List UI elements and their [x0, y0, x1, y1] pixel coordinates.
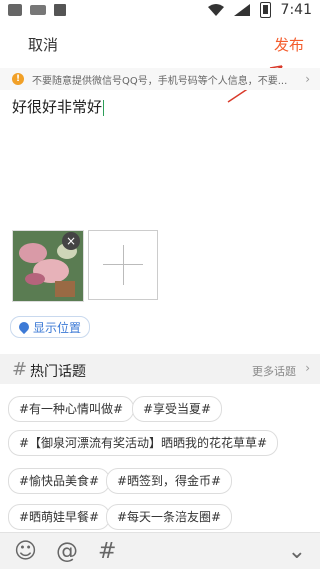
topic-chip[interactable]: #享受当夏#	[132, 396, 223, 422]
hash-icon[interactable]: #	[98, 539, 116, 564]
signal-icon	[233, 4, 250, 16]
hot-topics-header: # 热门话题 更多话题 ›	[0, 354, 320, 384]
chevron-right-icon: ›	[305, 72, 310, 86]
at-icon[interactable]: @	[56, 539, 78, 564]
warning-icon: !	[12, 73, 24, 85]
emoji-icon[interactable]: ☺	[14, 539, 37, 564]
hot-topics-title: 热门话题	[30, 364, 86, 380]
add-photo-button[interactable]	[88, 230, 158, 300]
topic-chip[interactable]: #【御泉河漂流有奖活动】晒晒我的花花草草#	[8, 430, 279, 456]
battery-icon	[259, 2, 271, 18]
topic-chip[interactable]: #愉快品美食#	[8, 468, 111, 494]
cancel-button[interactable]: 取消	[28, 34, 58, 55]
wifi-icon	[207, 4, 224, 16]
plus-icon-v	[123, 245, 124, 285]
image-icon	[54, 4, 66, 16]
topic-chip[interactable]: #有一种心情叫做#	[8, 396, 135, 422]
bottom-toolbar: ☺ @ # ⌄	[0, 532, 320, 569]
post-text-input[interactable]: 好很好非常好	[12, 96, 105, 117]
publish-button[interactable]: 发布	[274, 34, 304, 55]
text-cursor	[103, 99, 105, 116]
location-label: 显示位置	[33, 320, 82, 335]
notice-text: 不要随意提供微信号QQ号，手机号码等个人信息，不要...	[32, 75, 288, 87]
keyboard-icon	[30, 5, 46, 15]
status-time: 7:41	[280, 2, 312, 18]
more-topics-link[interactable]: 更多话题	[252, 363, 296, 379]
collapse-icon[interactable]: ⌄	[288, 539, 306, 564]
topic-chip[interactable]: #晒萌娃早餐#	[8, 504, 111, 530]
show-location-button[interactable]: 显示位置	[10, 316, 91, 338]
notification-icon	[8, 4, 22, 16]
topic-chip[interactable]: #每天一条涪友圈#	[106, 504, 233, 530]
chevron-right-icon: ›	[305, 361, 310, 375]
hash-icon: #	[12, 359, 28, 380]
remove-photo-button[interactable]: ×	[62, 232, 80, 250]
topic-chip[interactable]: #晒签到，得金币#	[106, 468, 233, 494]
post-text: 好很好非常好	[12, 98, 103, 116]
privacy-notice[interactable]: ! 不要随意提供微信号QQ号，手机号码等个人信息，不要... ›	[0, 68, 320, 90]
location-pin-icon	[16, 319, 32, 335]
status-bar: 7:41	[0, 0, 320, 24]
